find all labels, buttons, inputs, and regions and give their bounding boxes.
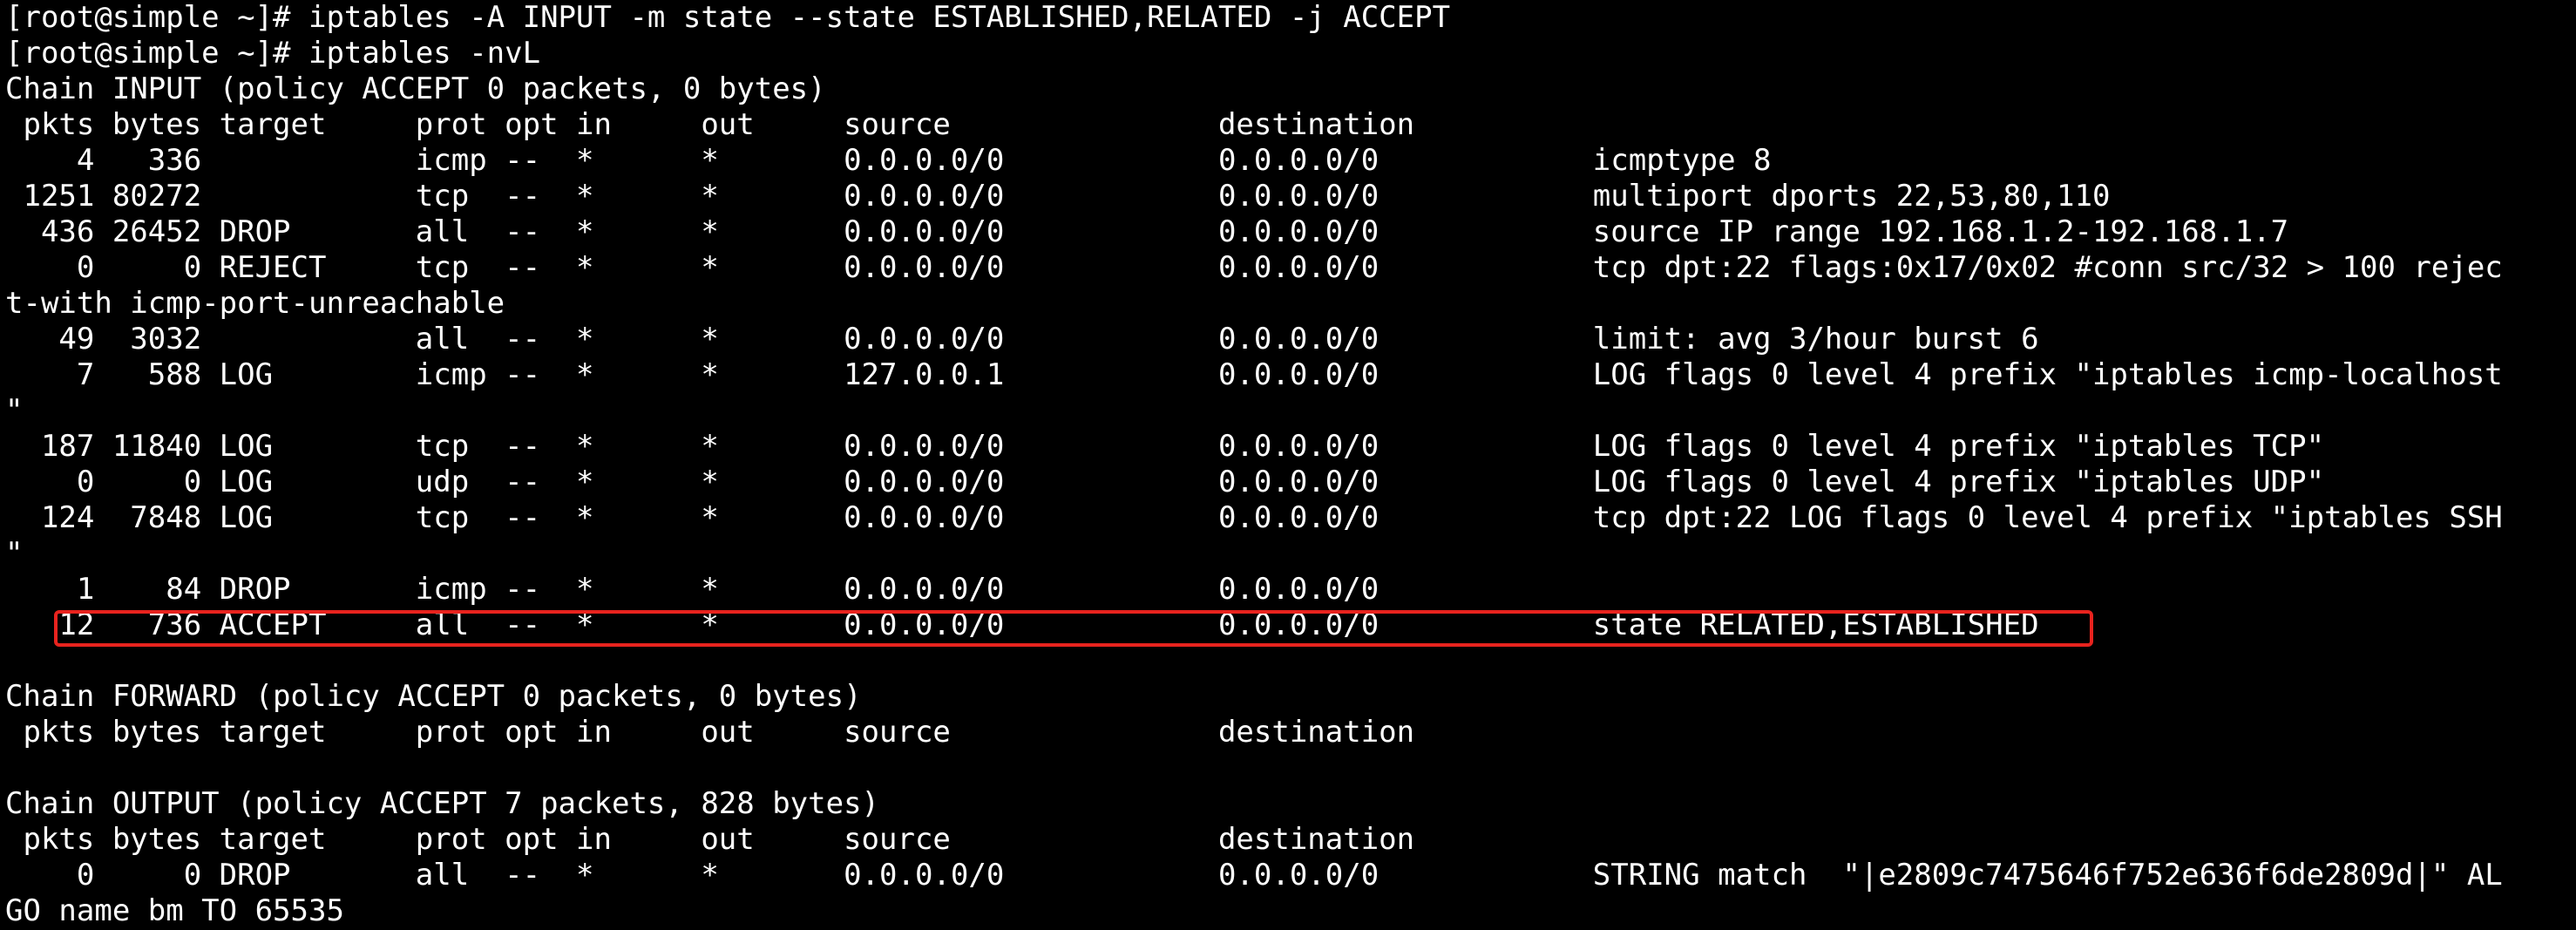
terminal-line: 187 11840 LOG tcp -- * * 0.0.0.0/0 0.0.0… [5, 429, 2325, 464]
terminal-line: GO name bm TO 65535 [5, 893, 344, 928]
terminal-line: Chain OUTPUT (policy ACCEPT 7 packets, 8… [5, 786, 880, 821]
terminal-line: 1251 80272 tcp -- * * 0.0.0.0/0 0.0.0.0/… [5, 179, 2111, 214]
red-highlight-box [54, 610, 2093, 647]
terminal-line: 1 84 DROP icmp -- * * 0.0.0.0/0 0.0.0.0/… [5, 572, 1576, 607]
terminal-line: 7 588 LOG icmp -- * * 127.0.0.1 0.0.0.0/… [5, 357, 2503, 392]
terminal-line: 124 7848 LOG tcp -- * * 0.0.0.0/0 0.0.0.… [5, 500, 2503, 535]
terminal-line: " [5, 393, 24, 428]
terminal-line: 436 26452 DROP all -- * * 0.0.0.0/0 0.0.… [5, 214, 2289, 249]
terminal-line: Chain INPUT (policy ACCEPT 0 packets, 0 … [5, 71, 826, 106]
terminal-line: t-with icmp-port-unreachable [5, 286, 505, 321]
terminal-line: 49 3032 all -- * * 0.0.0.0/0 0.0.0.0/0 l… [5, 322, 2039, 356]
terminal-line: pkts bytes target prot opt in out source… [5, 822, 1576, 857]
terminal-line: " [5, 536, 24, 571]
terminal-line: 0 0 REJECT tcp -- * * 0.0.0.0/0 0.0.0.0/… [5, 250, 2503, 285]
terminal-line: pkts bytes target prot opt in out source… [5, 715, 1576, 750]
terminal-line: Chain FORWARD (policy ACCEPT 0 packets, … [5, 679, 862, 714]
terminal-line: [root@simple ~]# iptables -nvL [5, 36, 541, 71]
terminal-line: 4 336 icmp -- * * 0.0.0.0/0 0.0.0.0/0 ic… [5, 143, 1772, 178]
terminal-line: 0 0 DROP all -- * * 0.0.0.0/0 0.0.0.0/0 … [5, 858, 2503, 893]
terminal-line: [root@simple ~]# iptables -A INPUT -m st… [5, 0, 1451, 35]
terminal-line: 0 0 LOG udp -- * * 0.0.0.0/0 0.0.0.0/0 L… [5, 465, 2325, 499]
terminal-line: pkts bytes target prot opt in out source… [5, 107, 1576, 142]
terminal-window[interactable]: [root@simple ~]# iptables -A INPUT -m st… [0, 0, 2576, 930]
